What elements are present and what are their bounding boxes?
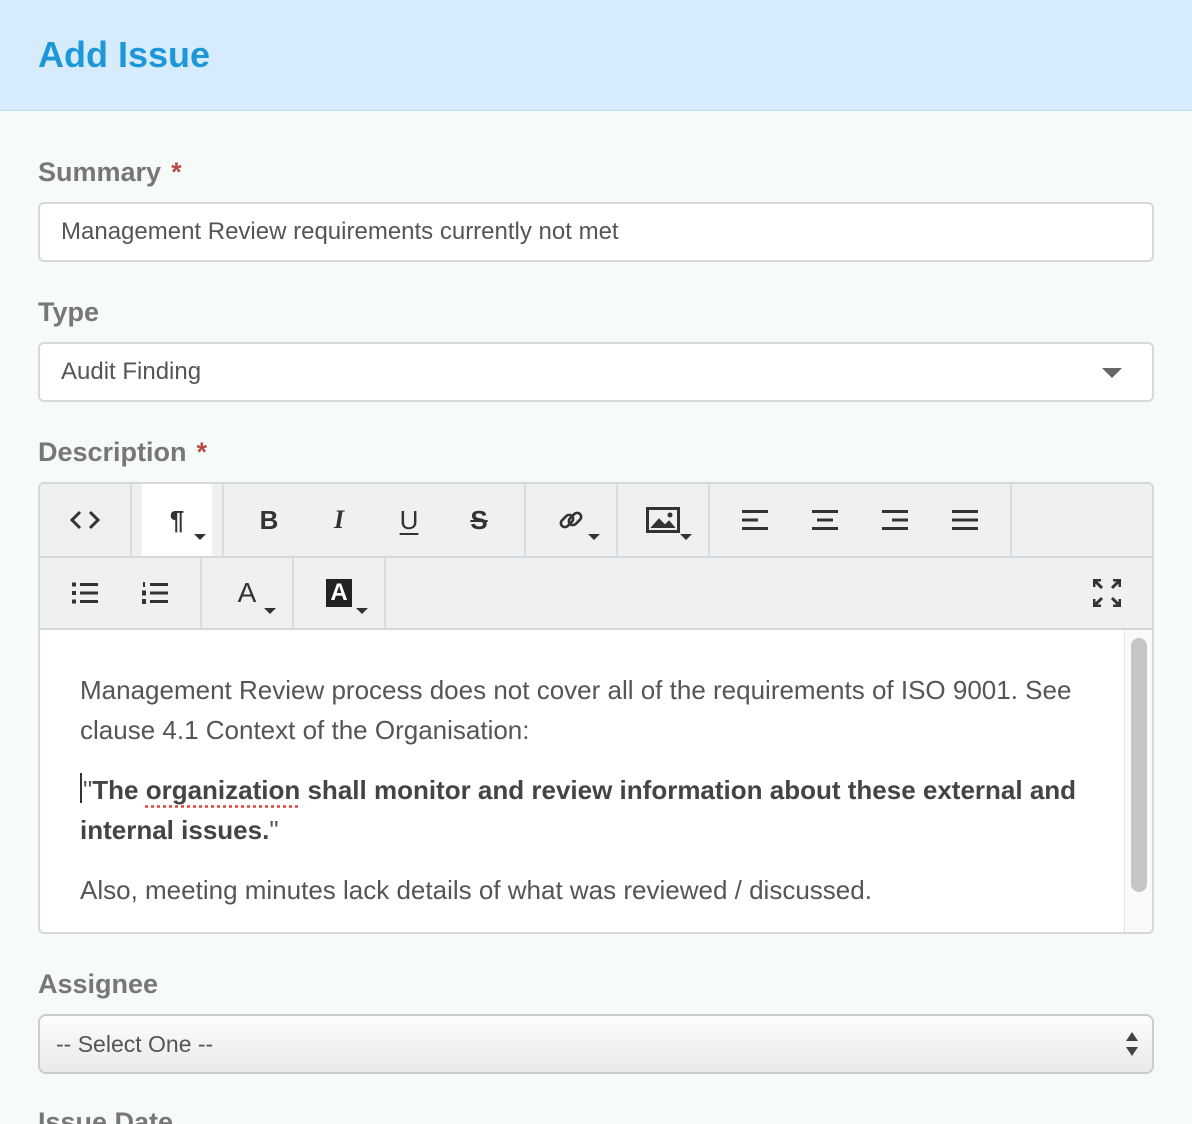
strikethrough-icon: S (470, 504, 488, 535)
align-center-button[interactable] (790, 484, 860, 556)
quote-bold-text-start: The (92, 775, 146, 805)
caret-down-icon (680, 534, 692, 540)
toolbar-separator (200, 558, 202, 628)
description-paragraph-3: Also, meeting minutes lack details of wh… (80, 875, 872, 905)
numbered-list-icon (142, 582, 168, 604)
background-color-icon: A (326, 579, 352, 607)
toolbar-separator (616, 484, 618, 556)
summary-input[interactable]: Management Review requirements currently… (38, 202, 1154, 262)
bullet-list-icon (72, 582, 98, 604)
toolbar-separator (222, 484, 224, 556)
assignee-select-value: -- Select One -- (56, 1031, 214, 1057)
toolbar-separator (524, 484, 526, 556)
assignee-select[interactable]: -- Select One -- (38, 1014, 1154, 1074)
type-label-text: Type (38, 297, 100, 327)
bullet-list-button[interactable] (50, 558, 120, 628)
bold-button[interactable]: B (234, 484, 304, 556)
description-editor: ¶ B I U S A A Management Review process … (38, 482, 1154, 934)
close-quote: " (269, 815, 279, 845)
misspelled-word: organization (145, 775, 301, 805)
numbered-list-button[interactable] (120, 558, 190, 628)
font-color-button[interactable]: A (212, 558, 282, 628)
type-dropdown-value: Audit Finding (61, 358, 202, 385)
open-quote: " (83, 775, 93, 805)
issue-date-label: Issue Date (38, 1106, 173, 1124)
background-color-button[interactable]: A (304, 558, 374, 628)
fullscreen-button[interactable] (1072, 558, 1142, 628)
strikethrough-button[interactable]: S (444, 484, 514, 556)
code-icon (69, 510, 101, 530)
toolbar-separator (130, 484, 132, 556)
toolbar-separator (708, 484, 710, 556)
caret-down-icon (356, 608, 368, 614)
bold-icon: B (259, 504, 279, 535)
align-left-button[interactable] (720, 484, 790, 556)
scrollbar-thumb[interactable] (1131, 638, 1147, 892)
align-right-button[interactable] (860, 484, 930, 556)
paragraph-icon: ¶ (169, 504, 185, 535)
fullscreen-icon (1093, 579, 1121, 607)
align-center-icon (812, 510, 838, 530)
toolbar-separator (292, 558, 294, 628)
toolbar-separator (1010, 484, 1012, 556)
description-label-text: Description (38, 437, 187, 467)
description-paragraph-2: "The organization shall monitor and revi… (80, 770, 1084, 850)
page-title: Add Issue (38, 34, 211, 75)
editor-content-area[interactable]: Management Review process does not cover… (40, 630, 1124, 932)
summary-label: Summary * (38, 156, 182, 188)
description-label: Description * (38, 436, 207, 468)
required-mark: * (196, 437, 208, 467)
underline-icon: U (399, 504, 419, 535)
summary-label-text: Summary (38, 157, 162, 187)
text-cursor (80, 773, 82, 803)
align-left-icon (742, 510, 768, 530)
caret-down-icon (194, 534, 206, 540)
align-justify-icon (952, 510, 978, 530)
link-button[interactable] (536, 484, 606, 556)
link-icon (559, 511, 583, 529)
editor-scrollbar[interactable] (1124, 630, 1152, 932)
type-label: Type (38, 296, 99, 328)
font-color-icon: A (237, 577, 257, 608)
paragraph-style-button[interactable]: ¶ (142, 484, 212, 556)
required-mark: * (171, 157, 182, 187)
code-view-button[interactable] (40, 484, 130, 556)
align-right-icon (882, 510, 908, 530)
type-dropdown[interactable]: Audit Finding (38, 342, 1154, 402)
align-justify-button[interactable] (930, 484, 1000, 556)
image-icon (646, 507, 680, 533)
insert-image-button[interactable] (628, 484, 698, 556)
toolbar-separator (384, 558, 386, 628)
italic-button[interactable]: I (304, 484, 374, 556)
assignee-label: Assignee (38, 968, 158, 1000)
editor-toolbar-row-2: A A (40, 558, 1152, 630)
underline-button[interactable]: U (374, 484, 444, 556)
chevron-down-icon (1102, 368, 1122, 378)
italic-icon: I (333, 505, 345, 534)
assignee-label-text: Assignee (38, 969, 159, 999)
editor-toolbar-row-1: ¶ B I U S (40, 484, 1152, 558)
issue-date-label-text: Issue Date (38, 1107, 174, 1124)
caret-down-icon (588, 534, 600, 540)
caret-down-icon (264, 608, 276, 614)
page-header: Add Issue (0, 0, 1192, 111)
select-arrows-icon (1126, 1032, 1138, 1056)
description-paragraph-1: Management Review process does not cover… (80, 675, 1072, 745)
summary-input-value: Management Review requirements currently… (61, 218, 619, 245)
